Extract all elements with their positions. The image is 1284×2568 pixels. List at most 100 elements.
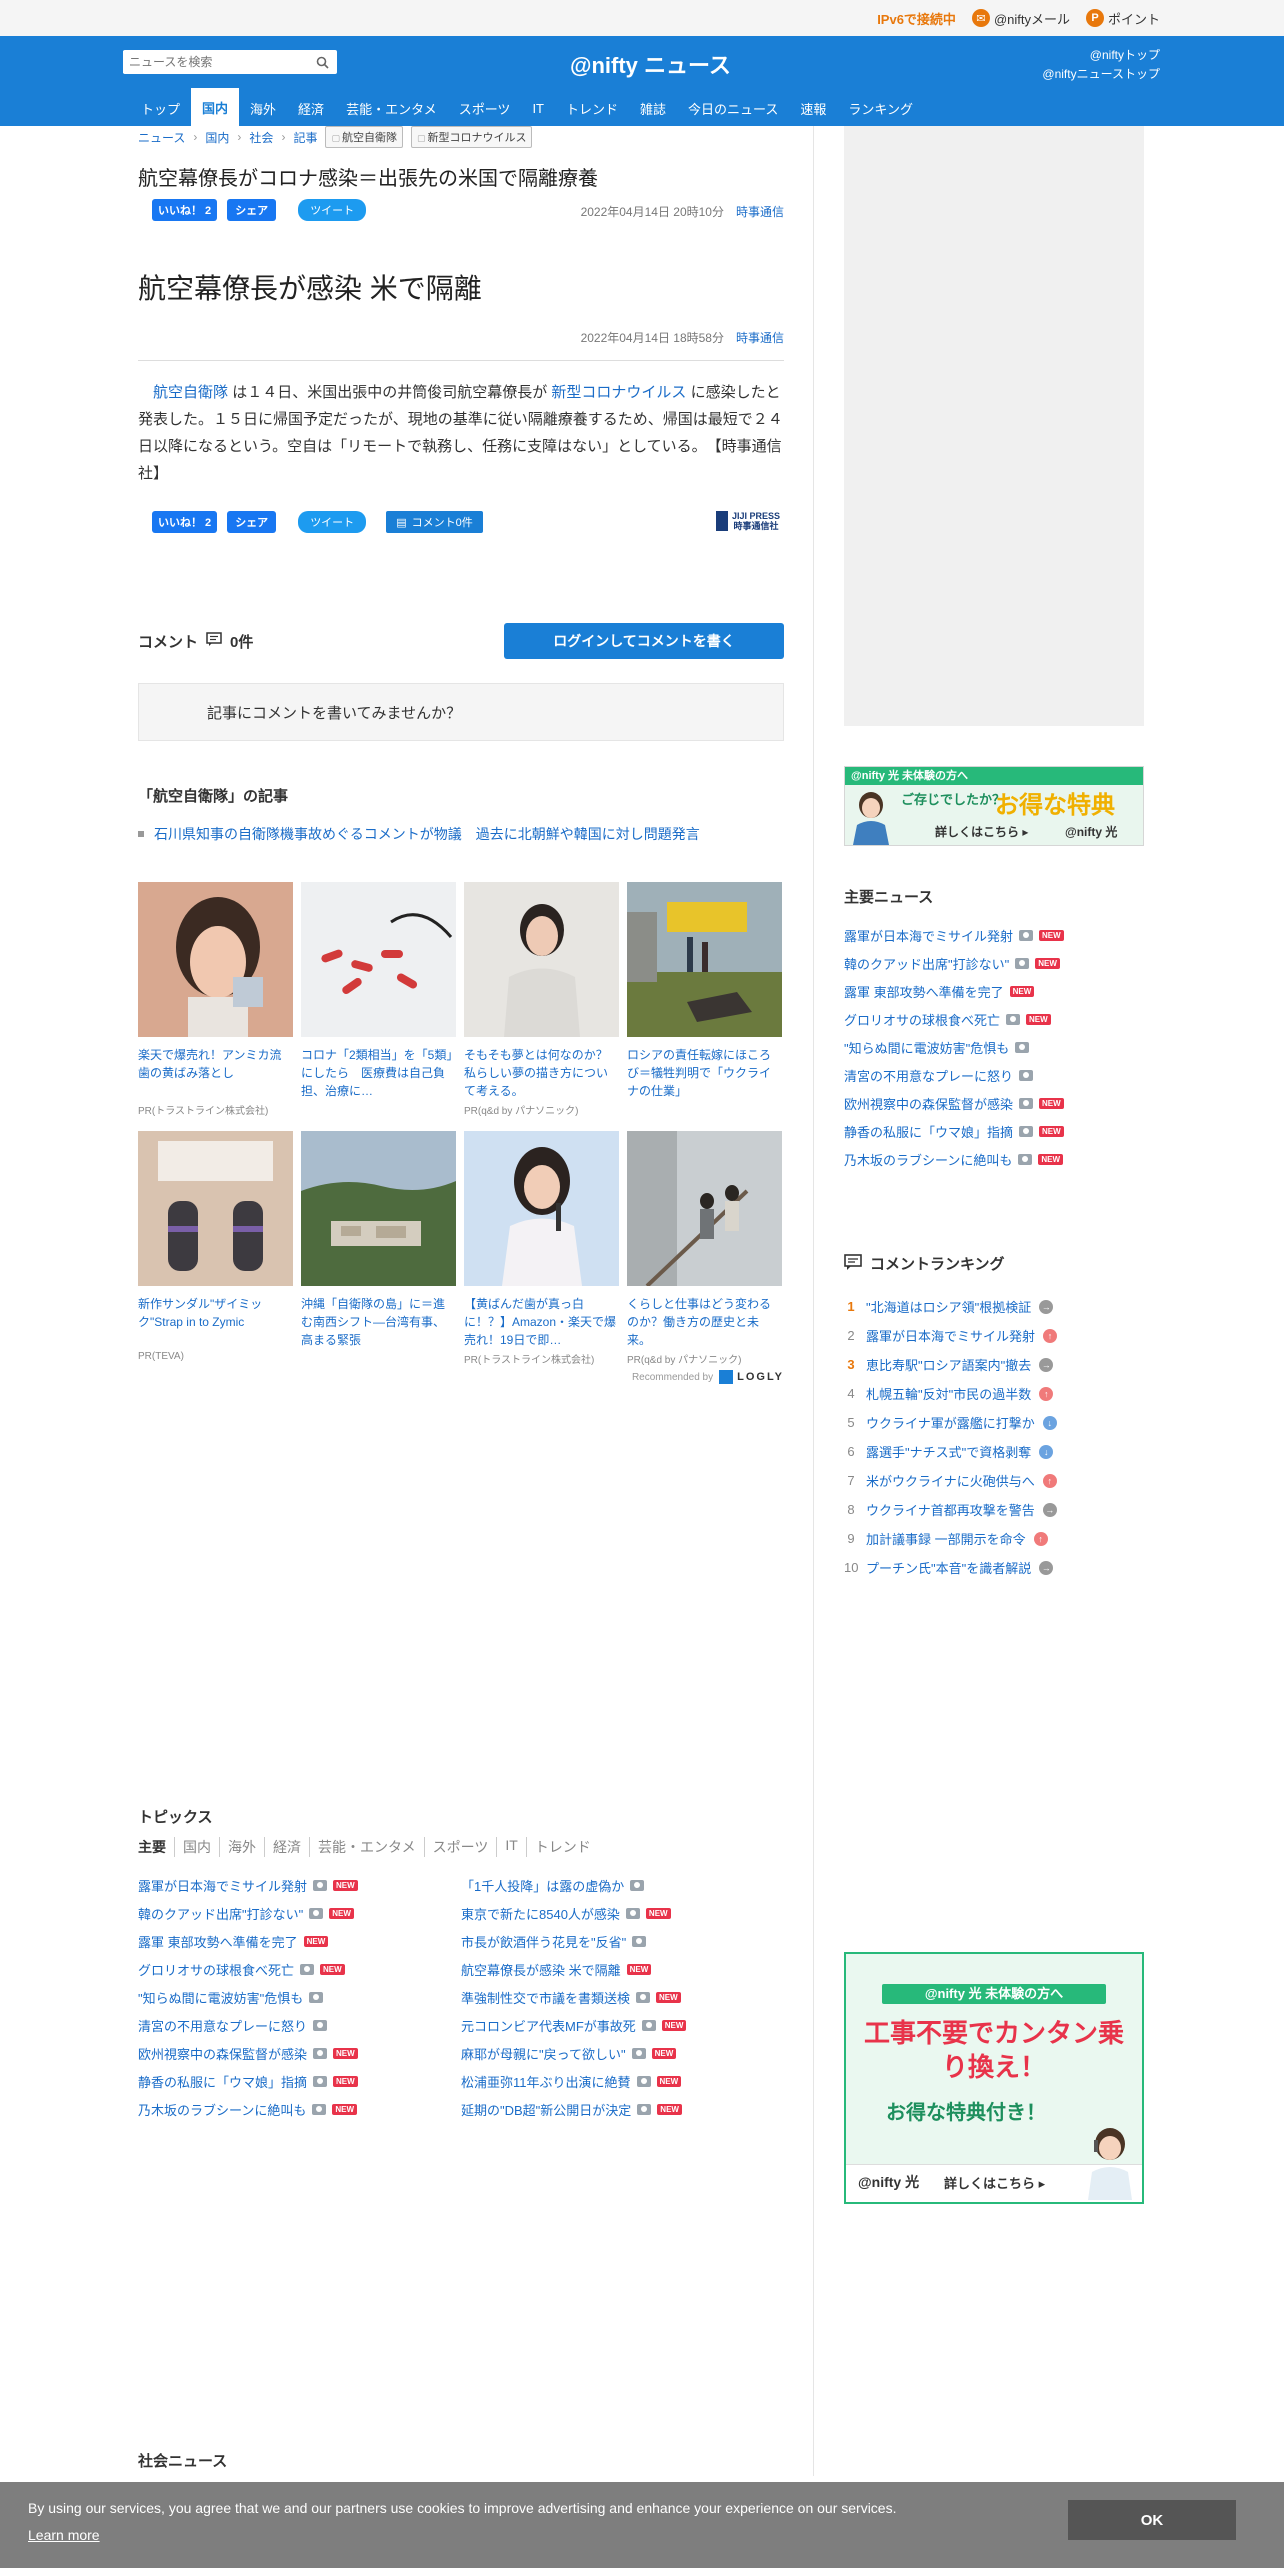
cookie-learn-more-link[interactable]: Learn more [28,2527,100,2543]
recommend-card[interactable]: 【黄ばんだ歯が真っ白に！？】Amazon・楽天で爆売れ！19日で即… PR(トラ… [464,1131,619,1366]
login-comment-button[interactable]: ログインしてコメントを書く [504,623,784,659]
breadcrumb-society[interactable]: 社会 [249,129,273,146]
facebook-like-button[interactable]: いいね！ 2 [152,511,218,533]
related-article-link[interactable]: 石川県知事の自衛隊機事故めぐるコメントが物議 過去に北朝鮮や韓国に対し問題発言 [138,824,784,844]
nav-trend[interactable]: トレンド [555,90,629,126]
news-link[interactable]: 欧州視察中の森保監督が感染 NEW [138,2039,461,2067]
breadcrumb-domestic[interactable]: 国内 [205,129,229,146]
point-link[interactable]: P ポイント [1085,9,1160,28]
news-link[interactable]: "知らぬ間に電波妨害"危惧も [138,1983,461,2011]
recommend-card[interactable]: くらしと仕事はどう変わるのか？働き方の歴史と未来。 PR(q&d by パナソニ… [627,1131,782,1366]
ranking-item[interactable]: 3 恵比寿駅"ロシア語案内"撤去 → [844,1350,1144,1379]
news-link[interactable]: 準強制性交で市議を書類送検 NEW [461,1983,784,2011]
news-link[interactable]: 露軍 東部攻勢へ準備を完了 NEW [844,977,1144,1005]
ranking-item[interactable]: 7 米がウクライナに火砲供与へ ↑ [844,1466,1144,1495]
camera-icon [1015,957,1030,969]
ranking-item[interactable]: 8 ウクライナ首都再攻撃を警告 → [844,1495,1144,1524]
new-badge: NEW [651,2047,677,2059]
ranking-item[interactable]: 2 露軍が日本海でミサイル発射 ↑ [844,1321,1144,1350]
topics-tab-main[interactable]: 主要 [138,1837,174,1857]
ranking-item[interactable]: 9 加計議事録 一部開示を命令 ↑ [844,1524,1144,1553]
news-link[interactable]: 清宮の不用意なプレーに怒り [844,1061,1144,1089]
comment-count-button[interactable]: ▤ コメント0件 [386,511,483,533]
recommend-card[interactable]: 沖縄「自衛隊の島」に＝進む南西シフト―台湾有事、高まる緊張 [301,1131,456,1366]
facebook-share-button[interactable]: シェア [227,511,277,533]
nav-ranking[interactable]: ランキング [837,90,924,126]
news-link[interactable]: 市長が飲酒伴う花見を"反省" [461,1927,784,1955]
recommend-card[interactable]: ロシアの責任転嫁にほころび＝犠牲判明で「ウクライナの仕業」 [627,882,782,1117]
topics-tab-domestic[interactable]: 国内 [174,1837,219,1857]
nav-it[interactable]: IT [521,90,555,126]
news-link[interactable]: 延期の"DB超"新公開日が決定 NEW [461,2095,784,2123]
logly-logo[interactable]: LOGLY [719,1370,784,1384]
tag-air-self-defense[interactable]: 航空自衛隊 [325,126,403,148]
news-link[interactable]: 元コロンビア代表MFが事故死 NEW [461,2011,784,2039]
news-link[interactable]: 静香の私服に「ウマ娘」指摘 NEW [844,1117,1144,1145]
news-link[interactable]: 欧州視察中の森保監督が感染 NEW [844,1089,1144,1117]
news-link[interactable]: 麻耶が母親に"戻って欲しい" NEW [461,2039,784,2067]
ranking-item[interactable]: 5 ウクライナ軍が露艦に打撃か ↓ [844,1408,1144,1437]
ranking-item[interactable]: 1 "北海道はロシア領"根拠検証 → [844,1292,1144,1321]
recommend-pr: PR(q&d by パナソニック) [464,1106,579,1117]
nav-magazine[interactable]: 雑誌 [629,90,677,126]
search-icon[interactable] [311,51,333,73]
news-link[interactable]: 露軍が日本海でミサイル発射 NEW [138,1871,461,1899]
nifty-hikari-banner[interactable]: @nifty 光 未体験の方へ ご存じでしたか？ お得な特典 詳しくはこちら ▸… [844,766,1144,846]
body-link-air-self-defense[interactable]: 航空自衛隊 [153,384,228,401]
search-input[interactable] [123,51,311,73]
tag-coronavirus[interactable]: 新型コロナウイルス [410,126,533,148]
facebook-like-button[interactable]: いいね！ 2 [152,199,218,221]
recommend-card[interactable]: コロナ「2類相当」を「5類」にしたら 医療費は自己負担、治療に… [301,882,456,1117]
topics-tab-economy[interactable]: 経済 [264,1837,309,1857]
news-link[interactable]: 露軍が日本海でミサイル発射 NEW [844,921,1144,949]
nav-top[interactable]: トップ [130,90,191,126]
news-link[interactable]: 「1千人投降」は露の虚偽か [461,1871,784,1899]
topics-tab-it[interactable]: IT [496,1837,525,1857]
comment-prompt-box[interactable]: 記事にコメントを書いてみませんか？ [138,683,784,741]
facebook-share-button[interactable]: シェア [227,199,277,221]
news-link[interactable]: 航空幕僚長が感染 米で隔離 NEW [461,1955,784,1983]
nifty-news-top-link[interactable]: @niftyニューストップ [1042,67,1160,81]
recommend-card[interactable]: そもそも夢とは何なのか？私らしい夢の描き方について考える。 PR(q&d by … [464,882,619,1117]
site-logo[interactable]: @nifty ニュース [570,48,731,80]
news-link[interactable]: 静香の私服に「ウマ娘」指摘 NEW [138,2067,461,2095]
news-link[interactable]: 韓のクアッド出席"打診ない" NEW [138,1899,461,1927]
news-link[interactable]: "知らぬ間に電波妨害"危惧も [844,1033,1144,1061]
news-link[interactable]: 乃木坂のラブシーンに絶叫も NEW [844,1145,1144,1173]
topics-tab-sports[interactable]: スポーツ [423,1837,497,1857]
nifty-hikari-large-banner[interactable]: @nifty 光 未体験の方へ 工事不要でカンタン乗り換え！ お得な特典付き！ … [844,1952,1144,2204]
news-link[interactable]: 東京で新たに8540人が感染 NEW [461,1899,784,1927]
nifty-mail-link[interactable]: ✉ @niftyメール [971,9,1070,28]
tweet-button[interactable]: ツイート [298,199,367,221]
topics-tab-world[interactable]: 海外 [219,1837,264,1857]
recommend-card[interactable]: 新作サンダル"ザイミック"Strap in to Zymic PR(TEVA) [138,1131,293,1366]
news-link[interactable]: 乃木坂のラブシーンに絶叫も NEW [138,2095,461,2123]
news-link[interactable]: 韓のクアッド出席"打診ない" NEW [844,949,1144,977]
ranking-item[interactable]: 6 露選手"ナチス式"で資格剥奪 ↓ [844,1437,1144,1466]
topics-tab-trend[interactable]: トレンド [525,1837,599,1857]
tweet-button[interactable]: ツイート [298,511,367,533]
cookie-ok-button[interactable]: OK [1068,2500,1236,2540]
ranking-item[interactable]: 10 プーチン氏"本音"を識者解説 → [844,1553,1144,1582]
topics-tab-entertainment[interactable]: 芸能・エンタメ [309,1837,424,1857]
breadcrumb-article[interactable]: 記事 [293,129,317,146]
nav-economy[interactable]: 経済 [287,90,335,126]
body-link-coronavirus[interactable]: 新型コロナウイルス [551,384,686,401]
nav-sports[interactable]: スポーツ [448,90,522,126]
ranking-item[interactable]: 4 札幌五輪"反対"市民の過半数 ↑ [844,1379,1144,1408]
news-link[interactable]: 露軍 東部攻勢へ準備を完了 NEW [138,1927,461,1955]
nav-entertainment[interactable]: 芸能・エンタメ [335,90,448,126]
news-link[interactable]: グロリオサの球根食べ死亡 NEW [138,1955,461,1983]
article-source-link[interactable]: 時事通信 [736,331,784,345]
source-link[interactable]: 時事通信 [736,205,784,219]
news-link[interactable]: グロリオサの球根食べ死亡 NEW [844,1005,1144,1033]
nav-today[interactable]: 今日のニュース [677,90,789,126]
news-link[interactable]: 松浦亜弥11年ぶり出演に絶賛 NEW [461,2067,784,2095]
news-link[interactable]: 清宮の不用意なプレーに怒り [138,2011,461,2039]
nifty-top-link[interactable]: @niftyトップ [1090,48,1160,62]
nav-domestic[interactable]: 国内 [191,88,240,126]
breadcrumb-news[interactable]: ニュース [138,129,185,146]
nav-breaking[interactable]: 速報 [789,90,837,126]
recommend-card[interactable]: 楽天で爆売れ！アンミカ流歯の黄ばみ落とし PR(トラストライン株式会社) [138,882,293,1117]
nav-world[interactable]: 海外 [239,90,287,126]
